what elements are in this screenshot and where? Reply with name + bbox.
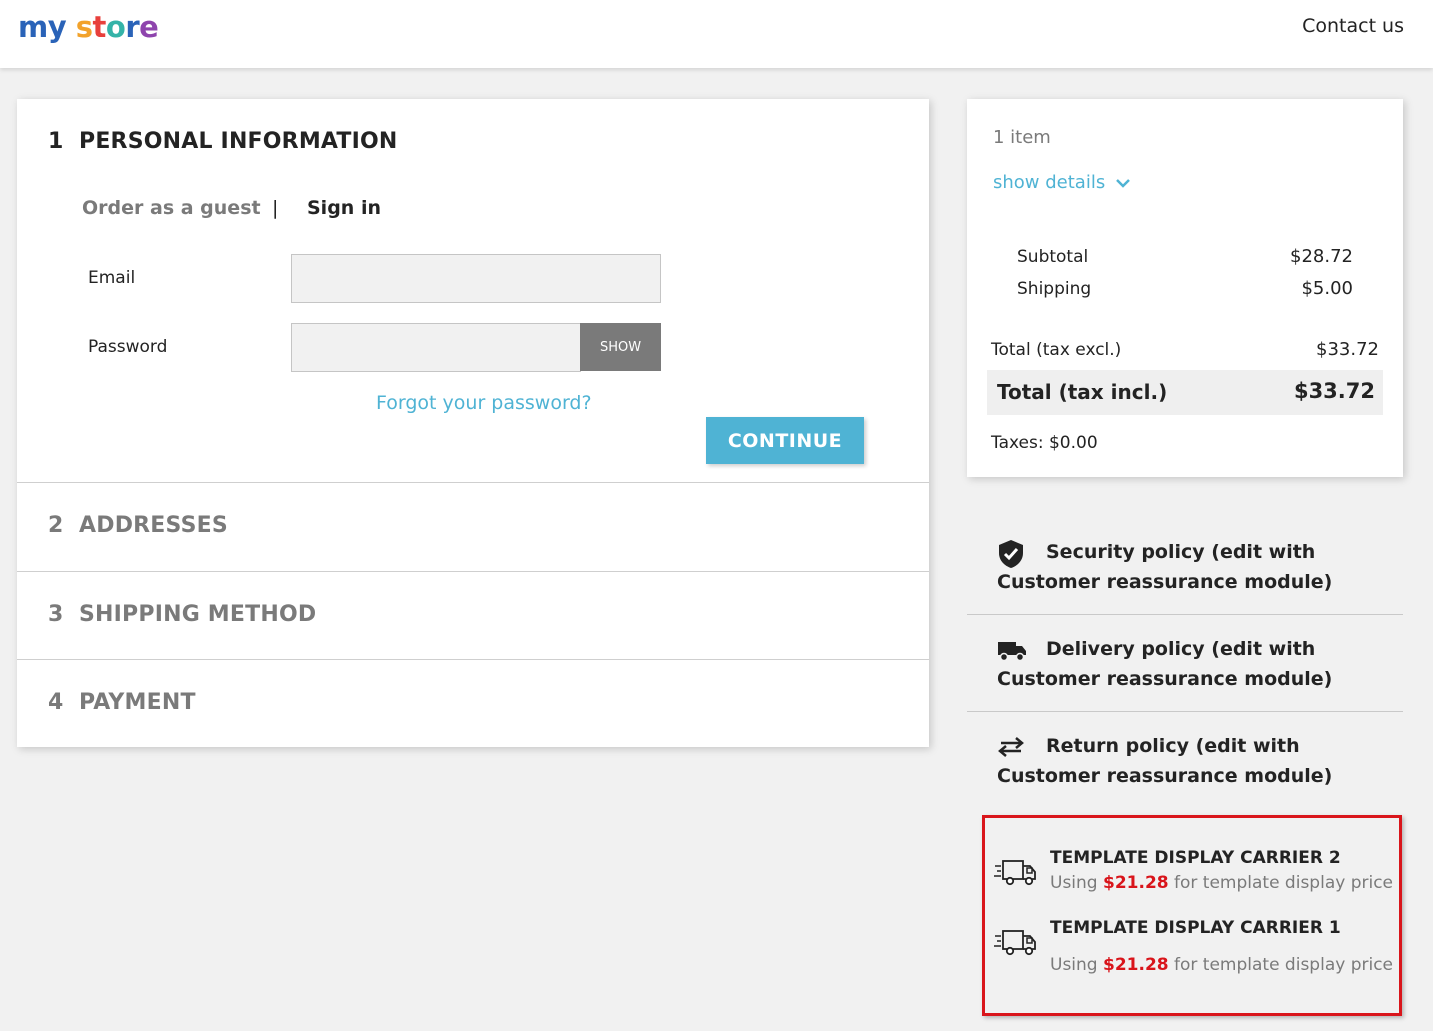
step-title: ADDRESSES	[79, 513, 228, 538]
policy-divider	[967, 711, 1403, 712]
logo-letter: r	[125, 10, 140, 44]
delivery-truck-icon	[993, 852, 1041, 892]
security-policy-text: Security policy (edit with Customer reas…	[997, 541, 1333, 593]
subtotal-label: Subtotal	[1017, 247, 1089, 267]
carrier-desc-prefix: Using	[1050, 955, 1103, 975]
step-number: 4	[48, 690, 64, 715]
total-incl-label: Total (tax incl.)	[997, 380, 1168, 404]
carrier-desc-suffix: for template display price	[1168, 873, 1394, 893]
step-number: 1	[48, 129, 64, 154]
tab-order-as-guest[interactable]: Order as a guest	[82, 197, 261, 219]
total-incl-value: $33.72	[1293, 379, 1375, 403]
step-shipping-method[interactable]: 3 SHIPPING METHOD	[48, 602, 316, 627]
site-header: my store Contact us	[0, 0, 1433, 68]
contact-us-link[interactable]: Contact us	[1302, 15, 1404, 37]
delivery-policy: Delivery policy (edit with Customer reas…	[967, 632, 1403, 702]
security-policy: Security policy (edit with Customer reas…	[967, 535, 1403, 605]
delivery-policy-text: Delivery policy (edit with Customer reas…	[997, 638, 1333, 690]
email-label: Email	[88, 268, 136, 288]
step-divider	[17, 482, 929, 483]
step-title: PAYMENT	[79, 690, 196, 715]
subtotal-value: $28.72	[1290, 246, 1353, 267]
taxes-line: Taxes: $0.00	[991, 433, 1098, 453]
tab-separator: |	[272, 197, 279, 219]
password-field[interactable]	[291, 323, 581, 372]
logo-letter: e	[139, 10, 159, 44]
step-title: SHIPPING METHOD	[79, 602, 317, 627]
checkout-steps: 1 PERSONAL INFORMATION Order as a guest |…	[17, 99, 929, 747]
cart-summary: 1 item show details Subtotal $28.72 Ship…	[967, 99, 1403, 477]
policy-divider	[967, 614, 1403, 615]
step-number: 2	[48, 513, 64, 538]
email-field[interactable]	[291, 254, 661, 303]
password-label: Password	[88, 337, 168, 357]
logo-part-my: my	[18, 10, 67, 44]
continue-button[interactable]: CONTINUE	[706, 417, 864, 464]
return-policy: Return policy (edit with Customer reassu…	[967, 730, 1403, 800]
carrier-template-list: TEMPLATE DISPLAY CARRIER 2 Using $21.28 …	[982, 815, 1402, 1016]
logo-letter: s	[75, 10, 93, 44]
step-personal-information: 1 PERSONAL INFORMATION	[48, 129, 398, 154]
carrier-description: Using $21.28 for template display price	[1050, 955, 1393, 975]
show-details-link[interactable]: show details	[993, 172, 1105, 193]
carrier-desc-prefix: Using	[1050, 873, 1103, 893]
return-policy-text: Return policy (edit with Customer reassu…	[997, 735, 1333, 787]
carrier-name: TEMPLATE DISPLAY CARRIER 2	[1050, 848, 1341, 868]
step-payment[interactable]: 4 PAYMENT	[48, 690, 196, 715]
total-excl-label: Total (tax excl.)	[991, 340, 1122, 360]
shipping-label: Shipping	[1017, 279, 1092, 299]
step-divider	[17, 571, 929, 572]
items-count: 1 item	[993, 127, 1051, 148]
step-number: 3	[48, 602, 64, 627]
carrier-price: $21.28	[1103, 873, 1169, 893]
show-password-button[interactable]: SHOW	[580, 323, 661, 371]
total-excl-value: $33.72	[1316, 339, 1379, 360]
shipping-value: $5.00	[1301, 278, 1353, 299]
carrier-price: $21.28	[1103, 955, 1169, 975]
step-title: PERSONAL INFORMATION	[79, 129, 398, 154]
logo-letter: t	[92, 10, 107, 44]
store-logo[interactable]: my store	[18, 10, 159, 44]
carrier-description: Using $21.28 for template display price	[1050, 873, 1393, 893]
logo-letter: o	[105, 10, 126, 44]
logo-part-store: store	[76, 10, 159, 44]
step-divider	[17, 659, 929, 660]
tab-sign-in[interactable]: Sign in	[307, 197, 381, 219]
logo-space	[66, 10, 76, 44]
carrier-name: TEMPLATE DISPLAY CARRIER 1	[1050, 918, 1341, 938]
delivery-truck-icon	[993, 922, 1041, 962]
carrier-desc-suffix: for template display price	[1168, 955, 1394, 975]
forgot-password-link[interactable]: Forgot your password?	[376, 392, 592, 414]
step-addresses[interactable]: 2 ADDRESSES	[48, 513, 228, 538]
chevron-down-icon[interactable]	[1115, 177, 1131, 189]
